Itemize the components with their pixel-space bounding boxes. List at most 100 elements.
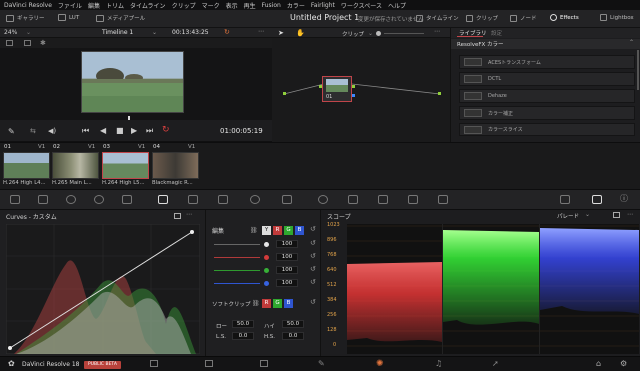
audio-icon[interactable]: ◀) (48, 127, 56, 135)
channel-slider[interactable] (214, 270, 260, 271)
channel-r-button[interactable]: R (273, 226, 282, 235)
curves-mode-icon[interactable] (174, 213, 181, 219)
zoom-level[interactable]: 24% (4, 29, 17, 36)
reset-icon[interactable]: ↺ (310, 278, 316, 286)
high-value[interactable]: 50.0 (282, 320, 304, 328)
reset-icon[interactable]: ↺ (310, 252, 316, 260)
scopes-icon[interactable] (592, 195, 602, 204)
node-zoom-handle[interactable] (376, 31, 381, 36)
link-icon[interactable]: ⛓ (250, 227, 258, 234)
timeline-name[interactable]: Timeline 1 (102, 29, 133, 36)
hand-icon[interactable]: ✋ (296, 29, 305, 37)
qualifier-icon[interactable] (218, 195, 228, 204)
ls-value[interactable]: 0.0 (232, 332, 254, 340)
scope-mode[interactable]: パレード (557, 212, 579, 220)
menu-workspace[interactable]: ワークスペース (341, 1, 382, 10)
tracker-icon[interactable] (282, 195, 292, 204)
viewer-mode-icon[interactable] (6, 40, 13, 46)
library-section-header[interactable]: ResolveFX カラー ⌃ (451, 39, 640, 49)
nodes-button[interactable]: ノード (510, 14, 537, 22)
color-match-icon[interactable] (38, 195, 48, 204)
settings-gear-icon[interactable]: ⚙ (620, 359, 627, 368)
menu-help[interactable]: ヘルプ (388, 1, 406, 10)
menu-fairlight[interactable]: Fairlight (311, 2, 335, 9)
zoom-dropdown-icon[interactable]: ⌄ (26, 29, 31, 36)
channel-slider[interactable] (214, 257, 260, 258)
camera-raw-icon[interactable] (10, 195, 20, 204)
clip-thumbnail-selected[interactable] (102, 152, 149, 179)
menu-app[interactable]: DaVinci Resolve (4, 2, 52, 9)
loop-playback-icon[interactable]: ↻ (162, 125, 170, 135)
media-pool-button[interactable]: メディアプール (96, 14, 145, 22)
reset-icon[interactable]: ↺ (310, 298, 316, 306)
go-to-start-icon[interactable]: ⏮ (82, 126, 89, 136)
motion-effects-icon[interactable] (122, 195, 132, 204)
timeline-button[interactable]: タイムライン (416, 14, 459, 22)
menu-mark[interactable]: マーク (202, 1, 220, 10)
fusion-page-icon[interactable]: ✎ (318, 359, 325, 368)
cut-page-icon[interactable] (205, 360, 213, 367)
node-mode-dropdown-icon[interactable]: ⌄ (368, 30, 373, 37)
channel-r-value[interactable]: 100 (276, 253, 298, 261)
soft-clip-g-button[interactable]: G (273, 299, 282, 308)
soft-clip-b-button[interactable]: B (284, 299, 293, 308)
color-warper-icon[interactable] (188, 195, 198, 204)
menu-color[interactable]: カラー (287, 1, 305, 10)
scope-more-icon[interactable]: ⋯ (627, 211, 633, 218)
lut-button[interactable]: LUT (58, 14, 79, 21)
soft-clip-r-button[interactable]: R (262, 299, 271, 308)
soft-clip-link-icon[interactable]: ⛓ (252, 300, 260, 307)
channel-y-button[interactable]: Y (262, 226, 271, 235)
node-output-dot[interactable] (352, 85, 355, 88)
color-page-icon[interactable]: ✺ (376, 359, 384, 369)
menu-clip[interactable]: クリップ (172, 1, 196, 10)
keyframes-icon[interactable] (560, 195, 570, 204)
info-icon[interactable]: ⓘ (620, 193, 628, 204)
clip-thumbnail[interactable] (152, 152, 199, 179)
pen-icon[interactable]: ✎ (8, 127, 15, 136)
node-alpha-dot[interactable] (352, 94, 355, 97)
channel-slider[interactable] (214, 244, 260, 245)
node-more-icon[interactable]: ⋯ (434, 28, 440, 35)
reverse-play-icon[interactable]: ◀ (100, 126, 106, 135)
low-value[interactable]: 50.0 (232, 320, 254, 328)
magic-mask-icon[interactable] (318, 195, 328, 204)
menu-trim[interactable]: トリム (106, 1, 124, 10)
node-input-dot[interactable] (319, 85, 322, 88)
rgb-mixer-icon[interactable] (94, 195, 104, 204)
clips-button[interactable]: クリップ (466, 14, 498, 22)
deliver-page-icon[interactable]: ➚ (492, 359, 499, 368)
menu-playback[interactable]: 再生 (244, 1, 256, 10)
loop-icon[interactable]: ↻ (224, 28, 230, 36)
color-wheels-icon[interactable] (66, 195, 76, 204)
compare-icon[interactable]: ⇆ (30, 127, 36, 135)
node-editor[interactable]: ➤ ✋ クリップ ⌄ ⋯ 01 (272, 28, 450, 142)
menu-edit[interactable]: 編集 (88, 1, 100, 10)
3d-icon[interactable] (438, 195, 448, 204)
home-icon[interactable]: ⌂ (596, 359, 601, 368)
viewer[interactable] (0, 48, 272, 120)
menu-file[interactable]: ファイル (58, 1, 82, 10)
library-item[interactable]: カラー補正 (459, 106, 635, 120)
channel-b-button[interactable]: B (295, 226, 304, 235)
library-scrollbar[interactable] (637, 50, 639, 90)
library-item[interactable]: DCTL (459, 72, 635, 86)
sizing-icon[interactable] (408, 195, 418, 204)
collapse-icon[interactable]: ⌃ (629, 39, 634, 46)
library-item[interactable]: カラースライス (459, 123, 635, 136)
fairlight-page-icon[interactable]: ♫ (435, 359, 442, 368)
library-item[interactable]: Dehaze (459, 89, 635, 103)
curves-more-icon[interactable]: ⋯ (186, 211, 192, 218)
more-options-icon[interactable]: ⋯ (258, 28, 264, 35)
scope-mode-dropdown-icon[interactable]: ⌄ (585, 211, 590, 218)
reset-icon[interactable]: ↺ (310, 225, 316, 233)
window-icon[interactable] (250, 195, 260, 204)
library-item[interactable]: ACESトランスフォーム (459, 55, 635, 69)
curves-icon[interactable] (158, 195, 168, 204)
clip-thumbnail[interactable] (3, 152, 50, 179)
stop-icon[interactable]: ■ (116, 126, 124, 135)
node-mode-label[interactable]: クリップ (342, 30, 364, 38)
hs-value[interactable]: 0.0 (282, 332, 304, 340)
lightbox-button[interactable]: Lightbox (600, 14, 634, 21)
media-page-icon[interactable] (150, 360, 158, 367)
